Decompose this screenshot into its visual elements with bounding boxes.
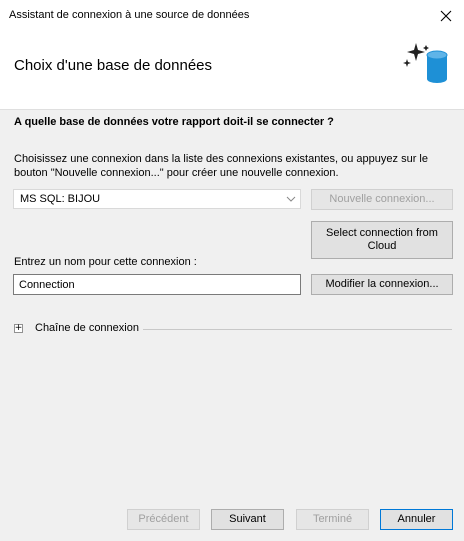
- question-heading: A quelle base de données votre rapport d…: [14, 116, 334, 128]
- expander-divider: [143, 329, 452, 330]
- new-connection-button[interactable]: Nouvelle connexion...: [311, 189, 453, 210]
- database-sparkle-icon: [403, 43, 448, 83]
- cancel-button[interactable]: Annuler: [380, 509, 453, 530]
- select-cloud-connection-button[interactable]: Select connection from Cloud: [311, 221, 453, 259]
- connection-name-label: Entrez un nom pour cette connexion :: [14, 256, 197, 268]
- connection-select[interactable]: MS SQL: BIJOU: [13, 189, 301, 209]
- window-title: Assistant de connexion à une source de d…: [9, 9, 250, 21]
- finish-button[interactable]: Terminé: [296, 509, 369, 530]
- next-button[interactable]: Suivant: [211, 509, 284, 530]
- instructions-text: Choisissez une connexion dans la liste d…: [14, 153, 428, 179]
- page-title: Choix d'une base de données: [14, 57, 213, 74]
- close-button[interactable]: [428, 0, 464, 31]
- wizard-header: Choix d'une base de données: [0, 31, 464, 110]
- connection-select-value: MS SQL: BIJOU: [20, 193, 101, 205]
- previous-button[interactable]: Précédent: [127, 509, 200, 530]
- close-icon: [440, 10, 452, 21]
- connection-string-label[interactable]: Chaîne de connexion: [35, 322, 139, 334]
- modify-connection-button[interactable]: Modifier la connexion...: [311, 274, 453, 295]
- connection-name-input[interactable]: [13, 274, 301, 295]
- title-bar: Assistant de connexion à une source de d…: [0, 0, 464, 31]
- plus-icon: +: [14, 323, 23, 333]
- connection-string-expander[interactable]: +: [14, 324, 23, 333]
- chevron-down-icon: [286, 196, 296, 202]
